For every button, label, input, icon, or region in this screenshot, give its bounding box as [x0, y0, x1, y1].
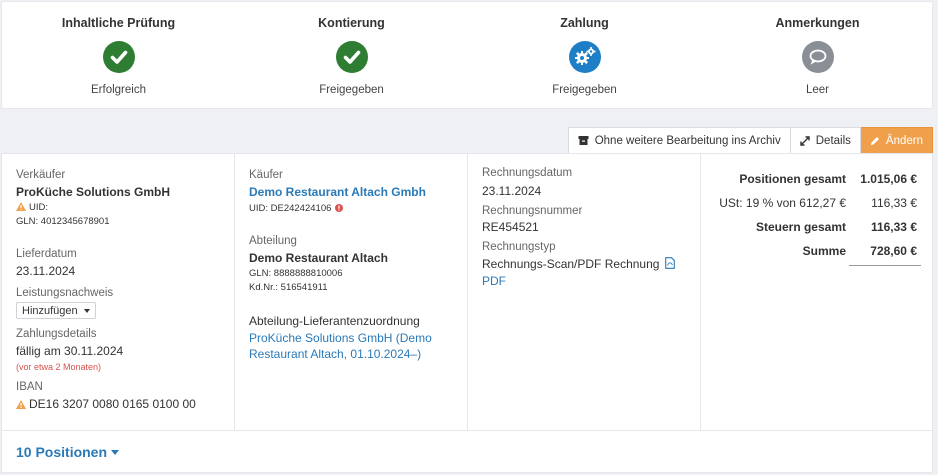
positions-toggle-label: 10 Positionen — [16, 444, 108, 460]
invoice-type: Rechnungs-Scan/PDF Rechnung — [482, 257, 675, 271]
add-proof-dropdown[interactable]: Hinzufügen — [16, 302, 96, 319]
archive-button[interactable]: Ohne weitere Bearbeitung ins Archiv — [567, 127, 791, 154]
buyer-label: Käufer — [249, 169, 283, 181]
invoice-detail-panel: Verkäufer ProKüche Solutions GmbH UID: G… — [1, 153, 933, 473]
department-label: Abteilung — [249, 235, 297, 247]
add-proof-label: Hinzufügen — [22, 304, 78, 317]
assignment-label: Abteilung-Lieferantenzuordnung — [249, 314, 420, 328]
delivery-date-label: Lieferdatum — [16, 248, 77, 260]
iban-label: IBAN — [16, 381, 43, 393]
positions-total-row: Positionen gesamt 1.015,06 € — [715, 172, 919, 190]
step-status: Erfolgreich — [91, 84, 146, 96]
archive-icon — [578, 136, 589, 145]
archive-button-label: Ohne weitere Bearbeitung ins Archiv — [594, 134, 781, 147]
step-status: Freigegeben — [319, 84, 384, 96]
step-title: Zahlung — [560, 16, 609, 30]
seller-column: Verkäufer ProKüche Solutions GmbH UID: G… — [2, 154, 235, 430]
tax-total-row: Steuern gesamt 116,33 € — [715, 220, 919, 238]
department-gln: GLN: 8888888810006 — [249, 268, 343, 279]
gears-icon — [568, 41, 601, 73]
invoice-type-value: Rechnungs-Scan/PDF Rechnung — [482, 257, 660, 271]
tax-total-label: Steuern gesamt — [755, 220, 846, 234]
step-payment: Zahlung Freigegeben — [468, 2, 701, 110]
customer-number: Kd.Nr.: 516541911 — [249, 282, 328, 293]
buyer-uid: UID: DE242424106 — [249, 203, 344, 214]
invoice-type-label: Rechnungstyp — [482, 241, 556, 253]
details-button-label: Details — [815, 134, 851, 147]
invoice-number-label: Rechnungsnummer — [482, 205, 583, 217]
seller-uid-label: UID: — [29, 202, 48, 213]
department-name: Demo Restaurant Altach — [249, 251, 388, 265]
buyer-column: Käufer Demo Restaurant Altach Gmbh UID: … — [235, 154, 468, 430]
buyer-name-link[interactable]: Demo Restaurant Altach Gmbh — [249, 185, 426, 199]
proof-label: Leistungsnachweis — [16, 287, 114, 299]
totals-column: Positionen gesamt 1.015,06 € USt: 19 % v… — [701, 154, 933, 430]
invoice-date-label: Rechnungsdatum — [482, 167, 573, 179]
warning-icon — [16, 202, 26, 211]
invoice-date: 23.11.2024 — [482, 184, 542, 198]
step-status: Leer — [805, 84, 830, 96]
warning-icon — [16, 400, 26, 409]
error-icon — [335, 204, 344, 212]
step-accounting: Kontierung Freigegeben — [235, 2, 468, 110]
sum-label: Summe — [802, 244, 846, 258]
payment-details-label: Zahlungsdetails — [16, 328, 97, 340]
invoice-number: RE454521 — [482, 220, 539, 234]
pdf-file-icon[interactable] — [664, 257, 675, 269]
caret-down-icon — [83, 308, 90, 313]
seller-name: ProKüche Solutions GmbH — [16, 185, 171, 199]
assignment-link-line2[interactable]: Restaurant Altach, 01.10.2024–) — [249, 347, 421, 361]
iban: DE16 3207 0080 0165 0100 00 — [16, 397, 196, 411]
iban-value: DE16 3207 0080 0165 0100 00 — [29, 397, 196, 411]
step-title: Kontierung — [318, 16, 385, 30]
seller-label: Verkäufer — [16, 169, 66, 181]
positions-total-value: 1.015,06 € — [860, 172, 917, 186]
pdf-link[interactable]: PDF — [482, 274, 506, 288]
edit-button-label: Ändern — [885, 134, 923, 147]
vat-label: USt: 19 % von 612,27 € — [719, 196, 846, 210]
edit-button[interactable]: Ändern — [860, 127, 933, 154]
vat-value: 116,33 € — [871, 196, 917, 210]
seller-gln: GLN: 4012345678901 — [16, 216, 110, 227]
details-button[interactable]: Details — [790, 127, 861, 154]
step-notes: Anmerkungen Leer — [701, 2, 934, 110]
caret-down-icon — [111, 449, 120, 455]
sum-value: 728,60 € — [870, 244, 917, 258]
comment-icon — [801, 41, 834, 73]
sum-row: Summe 728,60 € — [715, 244, 919, 262]
payment-due: fällig am 30.11.2024 — [16, 344, 124, 358]
assignment-link-line1[interactable]: ProKüche Solutions GmbH (Demo — [249, 331, 432, 345]
step-status: Freigegeben — [552, 84, 617, 96]
delivery-date: 23.11.2024 — [16, 264, 76, 278]
payment-relative: (vor etwa 2 Monaten) — [16, 362, 102, 372]
panel-divider — [2, 430, 932, 431]
invoice-toolbar: Ohne weitere Bearbeitung ins Archiv Deta… — [567, 127, 933, 154]
positions-total-label: Positionen gesamt — [739, 172, 846, 186]
step-title: Anmerkungen — [775, 16, 860, 30]
positions-toggle[interactable]: 10 Positionen — [16, 444, 120, 460]
expand-icon — [800, 135, 810, 146]
buyer-uid-value: UID: DE242424106 — [249, 203, 332, 214]
pencil-icon — [870, 136, 879, 145]
vat-row: USt: 19 % von 612,27 € 116,33 € — [715, 196, 919, 214]
sum-divider — [849, 265, 921, 266]
tax-total-value: 116,33 € — [870, 220, 917, 234]
invoice-column: Rechnungsdatum 23.11.2024 Rechnungsnumme… — [468, 154, 701, 430]
check-icon — [335, 41, 368, 73]
check-icon — [102, 41, 135, 73]
seller-uid: UID: — [16, 202, 48, 213]
step-title: Inhaltliche Prüfung — [61, 16, 176, 30]
workflow-steps: Inhaltliche Prüfung Erfolgreich Kontieru… — [1, 1, 933, 109]
step-content-check: Inhaltliche Prüfung Erfolgreich — [2, 2, 235, 110]
